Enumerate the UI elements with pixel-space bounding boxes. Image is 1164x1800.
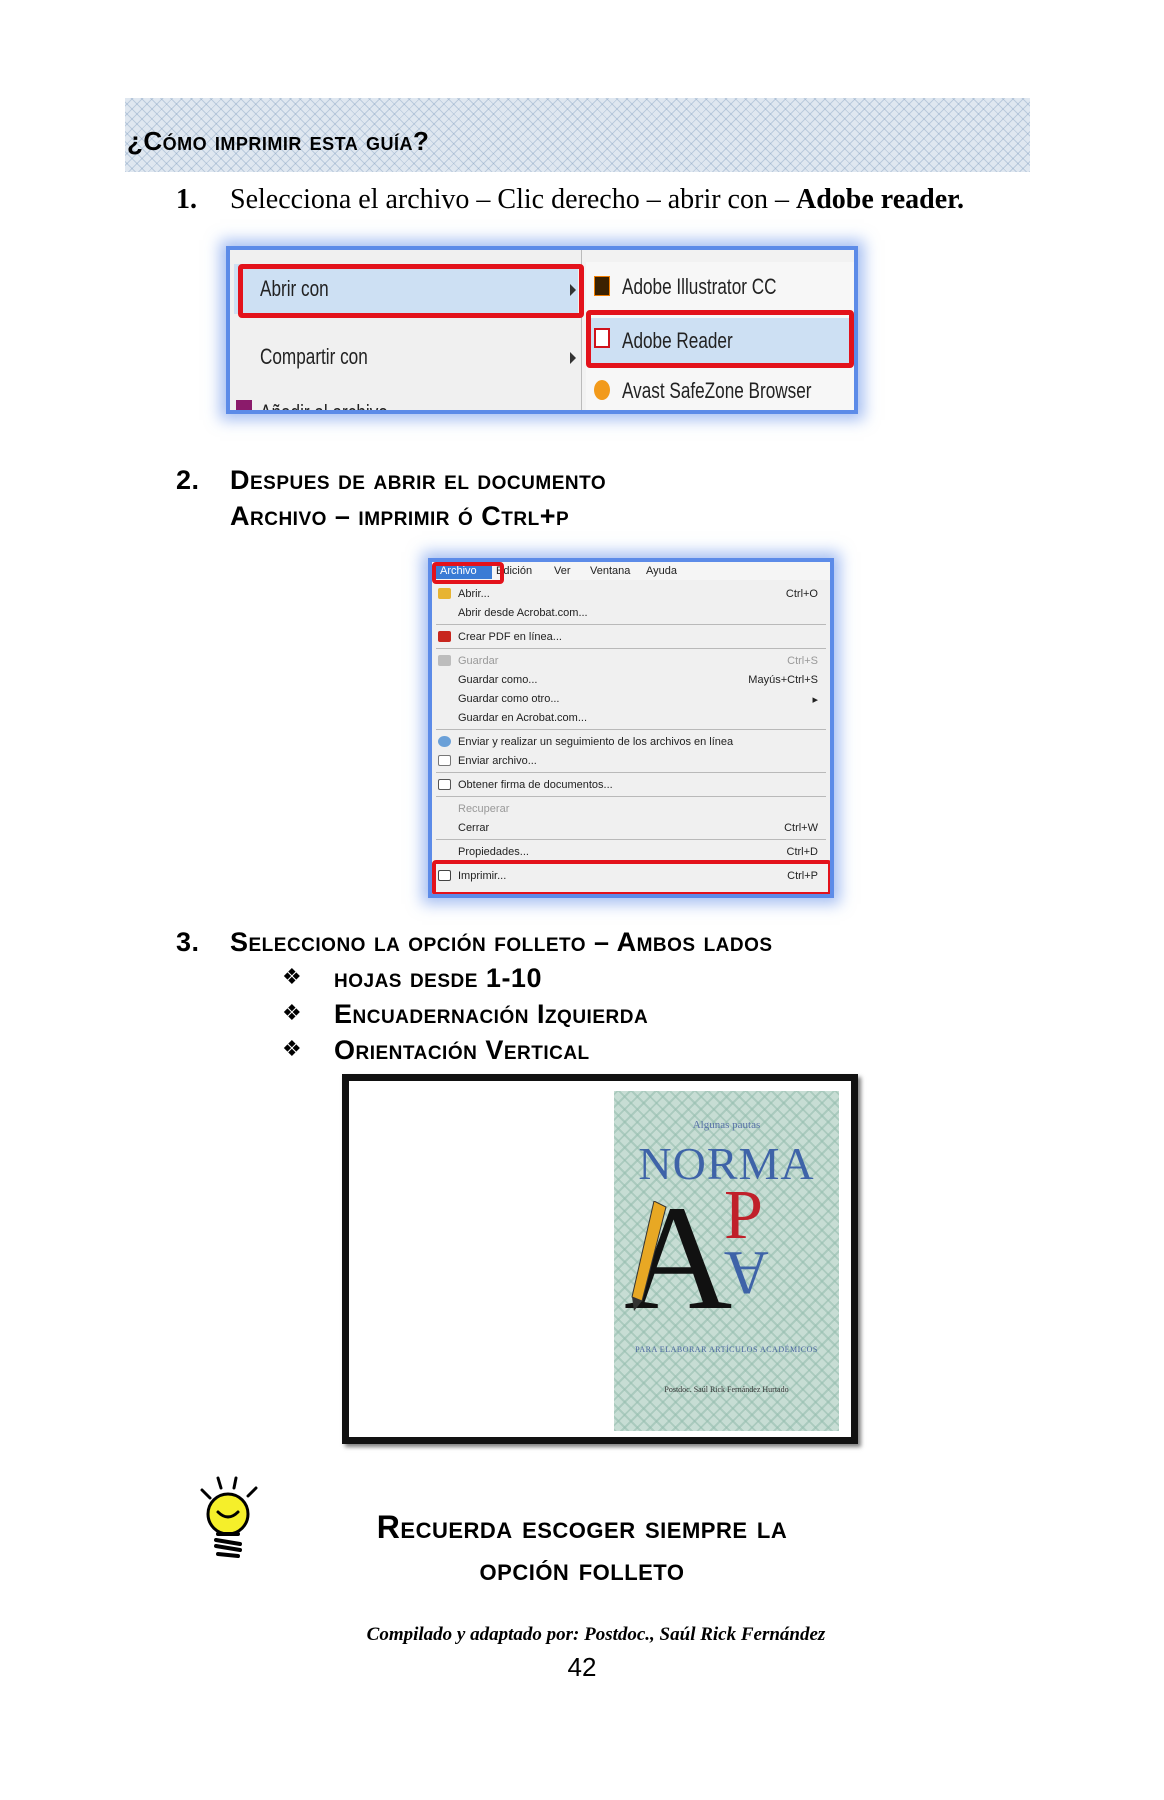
menu-item-crear-pdf[interactable]: Crear PDF en línea... (458, 631, 562, 643)
shortcut-cerrar: Ctrl+W (784, 822, 818, 834)
cover-author: Postdoc. Saúl Rick Fernández Hurtado (664, 1385, 789, 1394)
step-1: 1. Selecciona el archivo – Clic derecho –… (176, 184, 964, 216)
submenu-item-illustrator[interactable]: Adobe Illustrator CC (622, 274, 777, 300)
page-number: 42 (567, 1652, 597, 1682)
signature-icon (438, 779, 451, 790)
menu-separator (436, 796, 826, 797)
step-1-bold: Adobe reader. (796, 184, 964, 215)
booklet-preview: Algunas pautas NORMA A P A PARA ELABORAR… (342, 1074, 858, 1444)
save-icon (438, 655, 451, 666)
bullet-diamond-icon: ❖ (282, 1037, 303, 1062)
highlight-box-adobe-reader (586, 310, 854, 368)
illustrator-icon (594, 276, 610, 296)
menu-item-compartir-con[interactable]: Compartir con (260, 344, 368, 370)
shortcut-propiedades: Ctrl+D (786, 846, 818, 858)
bullet-text: Encuadernación Izquierda (334, 999, 649, 1029)
avast-icon (594, 380, 610, 400)
menu-item-abrir-acrobat[interactable]: Abrir desde Acrobat.com... (458, 607, 588, 619)
bullet-item: ❖ Encuadernación Izquierda (282, 996, 648, 1032)
reminder-line-2: opción folleto (479, 1551, 685, 1587)
highlight-box-abrir-con (238, 264, 584, 318)
context-menu-screenshot: Abrir con Compartir con Añadir al archiv… (226, 246, 858, 414)
step-3-number: 3. (176, 927, 200, 957)
bullet-item: ❖ hojas desde 1-10 (282, 960, 648, 996)
bullet-diamond-icon: ❖ (282, 1001, 303, 1026)
step-2-number: 2. (176, 465, 200, 495)
menu-item-anadir-archivo[interactable]: Añadir al archivo... (260, 400, 402, 410)
pencil-icon (631, 1201, 667, 1311)
create-pdf-icon (438, 631, 451, 642)
submenu-item-avast[interactable]: Avast SafeZone Browser (622, 378, 811, 404)
menu-item-recuperar[interactable]: Recuperar (458, 803, 509, 815)
menu-item-cerrar[interactable]: Cerrar (458, 822, 489, 834)
send-track-icon (438, 736, 451, 747)
step-3: 3. Selecciono la opción folleto – Ambos l… (176, 924, 773, 960)
menu-ayuda[interactable]: Ayuda (646, 565, 677, 577)
menu-item-propiedades[interactable]: Propiedades... (458, 846, 529, 858)
step-1-number: 1. (176, 184, 197, 215)
menu-separator (436, 729, 826, 730)
menu-item-guardar-como[interactable]: Guardar como... (458, 674, 537, 686)
bullet-text: hojas desde 1-10 (334, 963, 542, 993)
menu-ventana[interactable]: Ventana (590, 565, 630, 577)
cover-subtitle: PARA ELABORAR ARTÍCULOS ACADÉMICOS (635, 1345, 818, 1354)
step-2: 2. Despues de abrir el documento Archivo … (176, 462, 606, 534)
lightbulb-icon (200, 1476, 258, 1558)
menu-item-abrir[interactable]: Abrir... (458, 588, 490, 600)
shortcut-guardar: Ctrl+S (787, 655, 818, 667)
step-1-text: Selecciona el archivo – Clic derecho – a… (230, 184, 796, 215)
menu-item-obtener-firma[interactable]: Obtener firma de documentos... (458, 779, 613, 791)
file-menu-screenshot: Archivo Edición Ver Ventana Ayuda Abrir.… (428, 558, 834, 898)
menu-separator (436, 648, 826, 649)
menu-item-guardar[interactable]: Guardar (458, 655, 498, 667)
step-2-line-1: Despues de abrir el documento (230, 465, 607, 495)
reminder-line-1: Recuerda escoger siempre la (376, 1509, 788, 1545)
cover-letter-a-inverted: A (724, 1238, 769, 1306)
step-3-bullets: ❖ hojas desde 1-10 ❖ Encuadernación Izquie… (282, 960, 648, 1068)
menu-ver[interactable]: Ver (554, 565, 571, 577)
archive-icon (236, 400, 252, 410)
reminder-text: Recuerda escoger siempre la opción folle… (282, 1506, 882, 1590)
menu-item-enviar-archivo[interactable]: Enviar archivo... (458, 755, 537, 767)
menu-separator (436, 772, 826, 773)
bullet-item: ❖ Orientación Vertical (282, 1032, 648, 1068)
submenu-arrow-icon (570, 352, 576, 364)
footer-credit: Compilado y adaptado por: Postdoc., Saúl… (366, 1624, 826, 1645)
shortcut-abrir: Ctrl+O (785, 588, 818, 600)
menu-separator (436, 624, 826, 625)
shortcut-guardar-como: Mayús+Ctrl+S (748, 674, 818, 686)
menu-item-guardar-acrobat[interactable]: Guardar en Acrobat.com... (458, 712, 587, 724)
highlight-box-archivo (432, 562, 504, 584)
submenu-arrow-icon: ▸ (812, 694, 818, 706)
mail-icon (438, 755, 451, 766)
menu-item-guardar-como-otro[interactable]: Guardar como otro... (458, 693, 560, 705)
bullet-text: Orientación Vertical (334, 1035, 590, 1065)
book-cover: Algunas pautas NORMA A P A PARA ELABORAR… (614, 1091, 839, 1431)
step-2-line-2: Archivo – imprimir ó Ctrl+p (230, 501, 570, 531)
menu-separator (436, 839, 826, 840)
cover-pre-title: Algunas pautas (692, 1119, 761, 1131)
step-3-title: Selecciono la opción folleto – Ambos lad… (230, 927, 773, 957)
section-title: ¿Cómo imprimir esta guía? (127, 126, 430, 156)
menu-item-enviar-seguimiento[interactable]: Enviar y realizar un seguimiento de los … (458, 736, 733, 748)
highlight-box-imprimir (432, 860, 830, 894)
open-folder-icon (438, 588, 451, 599)
bullet-diamond-icon: ❖ (282, 965, 303, 990)
